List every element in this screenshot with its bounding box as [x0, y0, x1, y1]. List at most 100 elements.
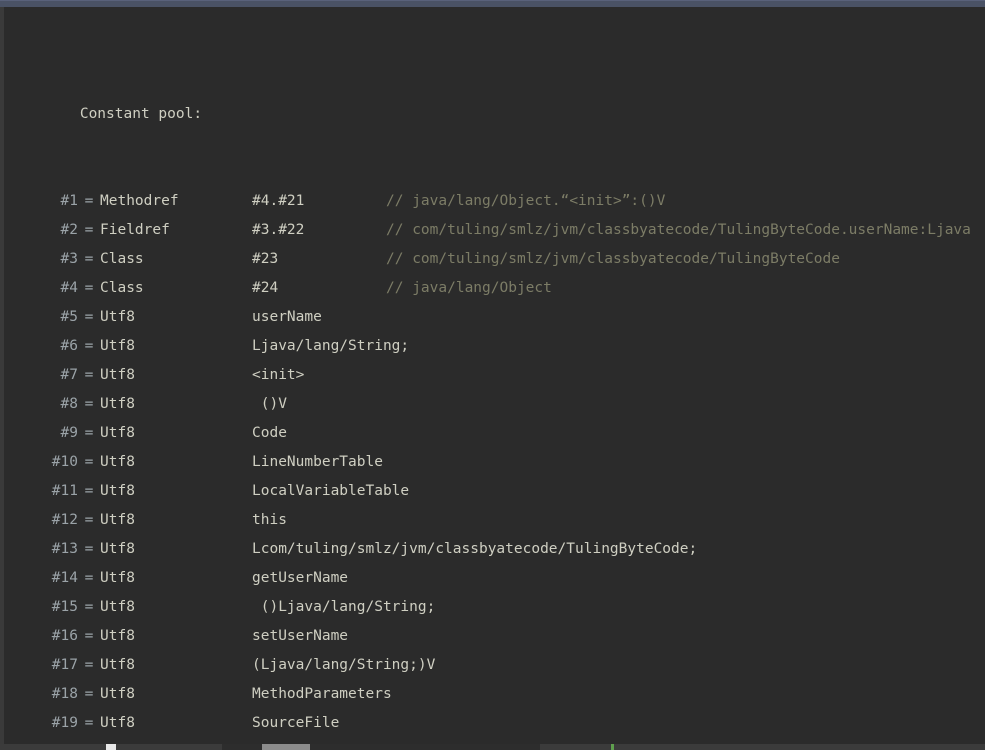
constant-pool-equals-sign: =: [84, 309, 94, 325]
constant-pool-index: #13: [51, 541, 78, 557]
constant-pool-tag: Utf8: [100, 686, 135, 702]
constant-pool-value: #24: [252, 280, 279, 296]
constant-pool-value: #3.#22: [252, 222, 305, 238]
os-taskbar[interactable]: [0, 744, 985, 750]
constant-pool-value: userName: [252, 309, 322, 325]
constant-pool-row[interactable]: #13 = Utf8 Lcom/tuling/smlz/jvm/classbyatec…: [0, 535, 985, 564]
constant-pool-equals-sign: =: [84, 251, 94, 267]
taskbar-icon-dot[interactable]: [611, 744, 614, 750]
constant-pool-tag: Utf8: [100, 338, 135, 354]
constant-pool-value: LocalVariableTable: [252, 483, 410, 499]
constant-pool-tag: Utf8: [100, 512, 135, 528]
constant-pool-heading: Constant pool:: [79, 106, 203, 122]
constant-pool-value: ()Ljava/lang/String;: [252, 599, 436, 615]
constant-pool-tag: Utf8: [100, 715, 135, 731]
constant-pool-tag: Utf8: [100, 309, 135, 325]
screen: Constant pool: #1 = Methodref #4.#21 // java…: [0, 0, 985, 750]
console-output-panel[interactable]: Constant pool: #1 = Methodref #4.#21 // java…: [0, 7, 985, 744]
constant-pool-equals-sign: =: [84, 396, 94, 412]
constant-pool-tag: Utf8: [100, 425, 135, 441]
constant-pool-index: #5: [60, 309, 78, 325]
constant-pool-value: Lcom/tuling/smlz/jvm/classbyatecode/Tuli…: [252, 541, 698, 557]
constant-pool-row[interactable]: #3 = Class #23 // com/tuling/smlz/jvm/classb…: [0, 245, 985, 274]
constant-pool-value: MethodParameters: [252, 686, 392, 702]
constant-pool-value: Ljava/lang/String;: [252, 338, 410, 354]
constant-pool-comment: // java/lang/Object: [386, 280, 552, 296]
constant-pool-tag: Utf8: [100, 599, 135, 615]
constant-pool-index: #10: [51, 454, 78, 470]
constant-pool-index: #3: [60, 251, 78, 267]
constant-pool-tag: Fieldref: [100, 222, 170, 238]
taskbar-segment-right[interactable]: [540, 744, 985, 750]
constant-pool-tag: Utf8: [100, 541, 135, 557]
constant-pool-value: ()V: [252, 396, 287, 412]
constant-pool-row[interactable]: #8 = Utf8 ()V: [0, 390, 985, 419]
constant-pool-equals-sign: =: [84, 338, 94, 354]
constant-pool-row[interactable]: #7 = Utf8 <init>: [0, 361, 985, 390]
constant-pool-index: #14: [51, 570, 78, 586]
constant-pool-index: #11: [51, 483, 78, 499]
constant-pool-row[interactable]: #19 = Utf8 SourceFile: [0, 709, 985, 738]
constant-pool-row[interactable]: #14 = Utf8 getUserName: [0, 564, 985, 593]
constant-pool-value: this: [252, 512, 287, 528]
constant-pool-index: #1: [60, 193, 78, 209]
constant-pool-row[interactable]: #2 = Fieldref #3.#22 // com/tuling/smlz/jvm/…: [0, 216, 985, 245]
constant-pool-tag: Methodref: [100, 193, 179, 209]
constant-pool-equals-sign: =: [84, 454, 94, 470]
constant-pool-index: #12: [51, 512, 78, 528]
constant-pool-row[interactable]: #10 = Utf8 LineNumberTable: [0, 448, 985, 477]
constant-pool-row[interactable]: #18 = Utf8 MethodParameters: [0, 680, 985, 709]
constant-pool-row[interactable]: #1 = Methodref #4.#21 // java/lang/Object.“<…: [0, 187, 985, 216]
constant-pool-index: #18: [51, 686, 78, 702]
titlebar-highlight: [0, 0, 985, 1]
constant-pool-comment: // com/tuling/smlz/jvm/classbyatecode/Tu…: [386, 251, 840, 267]
constant-pool-row[interactable]: #4 = Class #24 // java/lang/Object: [0, 274, 985, 303]
constant-pool-equals-sign: =: [84, 222, 94, 238]
constant-pool-equals-sign: =: [84, 657, 94, 673]
constant-pool-equals-sign: =: [84, 541, 94, 557]
constant-pool-equals-sign: =: [84, 628, 94, 644]
constant-pool-row[interactable]: #16 = Utf8 setUserName: [0, 622, 985, 651]
constant-pool-listing[interactable]: Constant pool: #1 = Methodref #4.#21 // java…: [0, 13, 985, 744]
constant-pool-row[interactable]: #11 = Utf8 LocalVariableTable: [0, 477, 985, 506]
constant-pool-index: #17: [51, 657, 78, 673]
constant-pool-tag: Class: [100, 251, 144, 267]
constant-pool-index: #4: [60, 280, 78, 296]
constant-pool-index: #15: [51, 599, 78, 615]
constant-pool-row[interactable]: #15 = Utf8 ()Ljava/lang/String;: [0, 593, 985, 622]
constant-pool-equals-sign: =: [84, 425, 94, 441]
constant-pool-row[interactable]: #5 = Utf8 userName: [0, 303, 985, 332]
constant-pool-value: (Ljava/lang/String;)V: [252, 657, 436, 673]
constant-pool-value: Code: [252, 425, 287, 441]
constant-pool-equals-sign: =: [84, 512, 94, 528]
constant-pool-heading-row: Constant pool:: [0, 71, 985, 122]
constant-pool-tag: Utf8: [100, 483, 135, 499]
constant-pool-tag: Class: [100, 280, 144, 296]
constant-pool-index: #9: [60, 425, 78, 441]
constant-pool-equals-sign: =: [84, 367, 94, 383]
constant-pool-tag: Utf8: [100, 628, 135, 644]
constant-pool-index: #7: [60, 367, 78, 383]
constant-pool-equals-sign: =: [84, 483, 94, 499]
constant-pool-equals-sign: =: [84, 715, 94, 731]
constant-pool-tag: Utf8: [100, 396, 135, 412]
constant-pool-row[interactable]: #17 = Utf8 (Ljava/lang/String;)V: [0, 651, 985, 680]
constant-pool-tag: Utf8: [100, 657, 135, 673]
constant-pool-value: getUserName: [252, 570, 349, 586]
constant-pool-row[interactable]: #6 = Utf8 Ljava/lang/String;: [0, 332, 985, 361]
taskbar-icon-person[interactable]: [106, 744, 116, 750]
constant-pool-row[interactable]: #9 = Utf8 Code: [0, 419, 985, 448]
constant-pool-value: LineNumberTable: [252, 454, 383, 470]
constant-pool-tag: Utf8: [100, 454, 135, 470]
constant-pool-index: #19: [51, 715, 78, 731]
constant-pool-value: <init>: [252, 367, 305, 383]
taskbar-icon-window[interactable]: [262, 744, 310, 750]
constant-pool-row[interactable]: #12 = Utf8 this: [0, 506, 985, 535]
constant-pool-tag: Utf8: [100, 367, 135, 383]
constant-pool-value: setUserName: [252, 628, 349, 644]
constant-pool-value: #23: [252, 251, 279, 267]
constant-pool-comment: // java/lang/Object.“<init>”:()V: [386, 193, 666, 209]
constant-pool-tag: Utf8: [100, 570, 135, 586]
window-titlebar: [0, 0, 985, 7]
constant-pool-value: #4.#21: [252, 193, 305, 209]
